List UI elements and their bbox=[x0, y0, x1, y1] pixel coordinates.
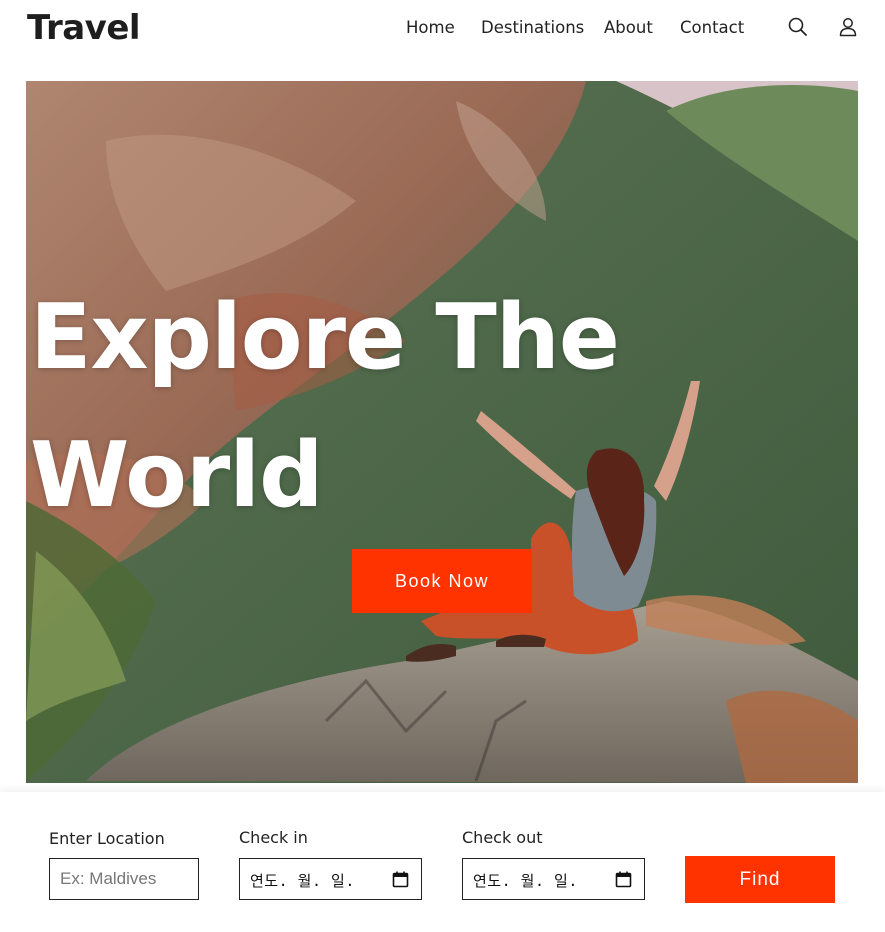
user-icon[interactable] bbox=[837, 16, 859, 38]
calendar-icon[interactable] bbox=[615, 871, 632, 888]
nav-contact-link[interactable]: Contact bbox=[680, 18, 744, 37]
nav-about-link[interactable]: About bbox=[604, 18, 653, 37]
hero-title-line-1: Explore The bbox=[30, 285, 620, 390]
nav-destinations-link[interactable]: Destinations bbox=[481, 18, 584, 37]
check-out-label: Check out bbox=[462, 828, 543, 847]
booking-form: Enter Location Check in 연도. 월. 일. Check … bbox=[0, 792, 885, 932]
check-in-date-input[interactable]: 연도. 월. 일. bbox=[239, 858, 422, 900]
search-icon[interactable] bbox=[787, 16, 809, 38]
book-now-button[interactable]: Book Now bbox=[352, 549, 532, 613]
calendar-icon[interactable] bbox=[392, 871, 409, 888]
location-input[interactable] bbox=[49, 858, 199, 900]
hero-title-line-2: World bbox=[30, 423, 324, 528]
site-header: Travel Home Destinations About Contact bbox=[0, 0, 885, 62]
hero-title: Explore The World bbox=[30, 269, 670, 545]
check-out-date-input[interactable]: 연도. 월. 일. bbox=[462, 858, 645, 900]
find-button[interactable]: Find bbox=[685, 856, 835, 903]
nav-home-link[interactable]: Home bbox=[406, 18, 455, 37]
main-nav: Home Destinations About Contact bbox=[0, 18, 885, 42]
check-in-label: Check in bbox=[239, 828, 308, 847]
check-out-date-value: 연도. 월. 일. bbox=[473, 872, 578, 890]
check-in-date-value: 연도. 월. 일. bbox=[250, 872, 355, 890]
hero-banner: Explore The World Book Now bbox=[26, 81, 858, 783]
location-label: Enter Location bbox=[49, 829, 165, 848]
